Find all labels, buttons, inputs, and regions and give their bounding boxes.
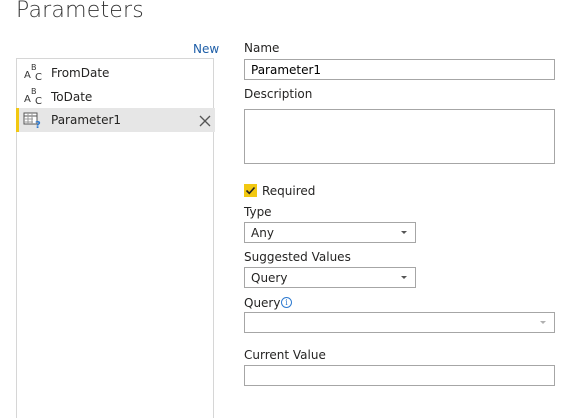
suggested-values-select[interactable]: Query (244, 267, 416, 288)
description-label: Description (244, 87, 313, 101)
required-checkbox[interactable] (244, 184, 257, 197)
parameter-list: A B C FromDate A B C ToDate ? Parameter1 (16, 58, 215, 418)
suggested-values-label: Suggested Values (244, 250, 351, 264)
parameter-item-label: ToDate (51, 90, 93, 104)
required-label: Required (262, 184, 316, 198)
parameter-item-label: Parameter1 (51, 113, 122, 127)
new-parameter-link[interactable]: New (193, 42, 219, 56)
chevron-down-icon (401, 276, 407, 279)
current-value-input[interactable] (244, 365, 555, 386)
suggested-values-select-value: Query (251, 271, 288, 285)
text-type-icon: A B C (24, 63, 42, 83)
parameter-item-fromdate[interactable]: A B C FromDate (17, 61, 215, 85)
parameter-item-parameter1[interactable]: ? Parameter1 (16, 108, 215, 132)
svg-text:?: ? (35, 120, 41, 129)
current-value-label: Current Value (244, 348, 326, 362)
description-textarea[interactable] (244, 109, 555, 164)
name-input[interactable] (244, 59, 555, 80)
parameter-item-todate[interactable]: A B C ToDate (17, 85, 215, 109)
chevron-down-icon (540, 321, 546, 324)
parameter-item-label: FromDate (51, 66, 110, 80)
query-label: Query (244, 296, 281, 310)
page-title: Parameters (16, 0, 144, 23)
delete-parameter-close-icon[interactable] (198, 113, 212, 127)
info-icon[interactable]: i (281, 297, 292, 308)
type-select-value: Any (251, 226, 274, 240)
query-select[interactable] (244, 312, 555, 333)
name-label: Name (244, 41, 280, 55)
query-parameter-icon: ? (23, 111, 43, 131)
text-type-icon: A B C (24, 87, 42, 107)
checkmark-icon (245, 186, 256, 195)
type-select[interactable]: Any (244, 222, 416, 243)
chevron-down-icon (401, 231, 407, 234)
type-label: Type (244, 205, 272, 219)
